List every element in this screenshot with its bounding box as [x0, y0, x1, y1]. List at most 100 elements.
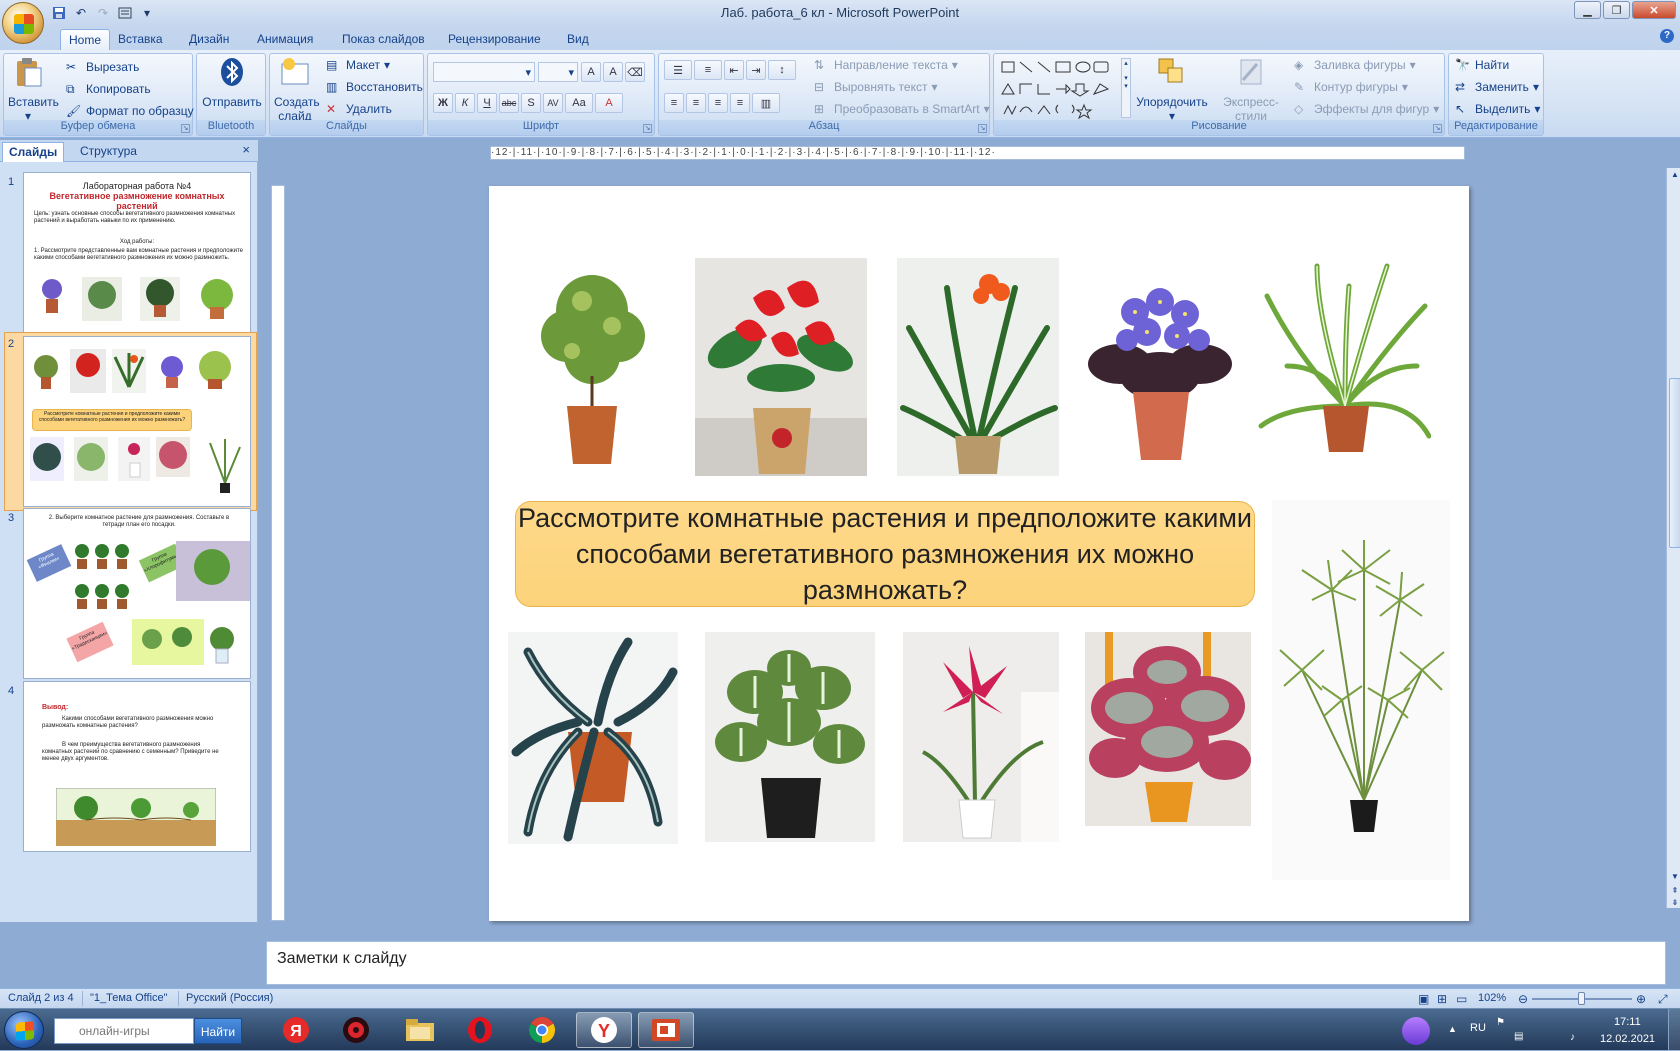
zoom-in-icon[interactable]: ⊕ — [1636, 992, 1646, 1006]
powerpoint-icon[interactable] — [638, 1012, 694, 1048]
fit-to-window-icon[interactable]: ⤢ — [1658, 992, 1668, 1007]
decrease-indent-icon[interactable]: ⇤ — [724, 60, 744, 80]
game-icon[interactable] — [328, 1012, 384, 1048]
copy-button[interactable]: ⧉ Копировать — [66, 82, 151, 96]
tray-expand-icon[interactable]: ▲ — [1448, 1024, 1457, 1034]
tab-home[interactable]: Home — [60, 29, 111, 50]
zoom-slider-knob[interactable] — [1578, 992, 1585, 1005]
taskbar-search-button[interactable]: Найти — [194, 1018, 242, 1044]
notes-pane[interactable]: Заметки к слайду — [266, 941, 1666, 985]
line-spacing-icon[interactable]: ↕ — [768, 60, 796, 80]
yandex-browser-icon[interactable]: Y — [576, 1012, 632, 1048]
tab-outline[interactable]: Структура — [74, 142, 143, 162]
slide-thumbnail-4[interactable]: Вывод: Какими способами вегетативного ра… — [23, 681, 251, 852]
tradescantia-image[interactable] — [508, 632, 678, 844]
begonia-image[interactable] — [1085, 632, 1251, 826]
flag-icon[interactable]: ⚑ — [1496, 1017, 1505, 1028]
clock-date[interactable]: 12.02.2021 — [1600, 1033, 1655, 1045]
shape-fill-button[interactable]: ◈ Заливка фигуры ▾ — [1294, 58, 1416, 72]
quick-styles-button[interactable]: Экспресс-стили — [1210, 56, 1292, 123]
arrange-button[interactable]: Упорядочить ▾ — [1136, 56, 1208, 123]
start-button[interactable] — [4, 1011, 44, 1049]
char-spacing-button[interactable]: AV — [543, 93, 563, 113]
shape-outline-button[interactable]: ✎ Контур фигуры ▾ — [1294, 80, 1408, 94]
close-panel-icon[interactable]: × — [242, 142, 250, 157]
shrink-font-button[interactable]: A — [603, 62, 623, 82]
next-slide-icon[interactable]: ⇟ — [1669, 898, 1680, 910]
new-slide-button[interactable]: Создать слайд — [274, 56, 320, 123]
taskbar-search-input[interactable]: онлайн-игры — [54, 1018, 194, 1044]
align-right-icon[interactable]: ≡ — [708, 93, 728, 113]
clipboard-launcher[interactable]: ↘ — [181, 124, 190, 133]
zoom-level[interactable]: 102% — [1478, 992, 1506, 1004]
network-icon[interactable]: ▤ — [1514, 1031, 1523, 1042]
normal-view-icon[interactable]: ▣ — [1418, 992, 1429, 1006]
chlorophytum-image[interactable] — [1257, 256, 1431, 456]
show-desktop-button[interactable] — [1668, 1009, 1680, 1051]
slide-thumbnail-1[interactable]: Лабораторная работа №4 Вегетативное разм… — [23, 172, 251, 343]
bold-button[interactable]: Ж — [433, 93, 453, 113]
tab-animation[interactable]: Анимация — [249, 29, 321, 50]
replace-button[interactable]: ⇄ Заменить ▾ — [1455, 80, 1539, 94]
slide-thumbnail-3[interactable]: 2. Выберите комнатное растение для размн… — [23, 508, 251, 679]
slide-thumbnail-2[interactable]: Рассмотрите комнатные растения и предпол… — [23, 336, 251, 507]
syngonium-image[interactable] — [705, 632, 875, 842]
yandex-icon[interactable]: Я — [268, 1012, 324, 1048]
help-icon[interactable]: ? — [1660, 29, 1674, 43]
clock-time[interactable]: 17:11 — [1614, 1016, 1641, 1028]
close-button[interactable]: ✕ — [1632, 1, 1676, 19]
slideshow-view-icon[interactable]: ▭ — [1456, 992, 1467, 1006]
office-button[interactable] — [2, 2, 44, 44]
shape-effects-button[interactable]: ◇ Эффекты для фигур ▾ — [1294, 102, 1439, 116]
shadow-button[interactable]: S — [521, 93, 541, 113]
prev-slide-icon[interactable]: ⇞ — [1669, 886, 1680, 898]
font-family-combo[interactable]: ▾ — [433, 62, 535, 82]
cut-button[interactable]: ✂ Вырезать — [66, 60, 139, 74]
columns-icon[interactable]: ▥ — [752, 93, 780, 113]
amaryllis-image[interactable] — [903, 632, 1059, 842]
language-indicator[interactable]: Русский (Россия) — [186, 992, 273, 1004]
bullets-icon[interactable]: ☰ — [664, 60, 692, 80]
format-painter-button[interactable]: 🖌 Формат по образцу — [66, 104, 194, 118]
opera-icon[interactable] — [452, 1012, 508, 1048]
increase-indent-icon[interactable]: ⇥ — [746, 60, 766, 80]
speaker-icon[interactable]: ♪ — [1570, 1032, 1575, 1043]
delete-slide-button[interactable]: ✕ Удалить — [326, 102, 392, 116]
text-direction-button[interactable]: ⇅ Направление текста ▾ — [814, 58, 958, 72]
vertical-scrollbar[interactable]: ▲ ▼ ⇞ ⇟ — [1666, 168, 1680, 908]
slide-canvas[interactable]: Рассмотрите комнатные растения и предпол… — [489, 186, 1469, 921]
scroll-up-icon[interactable]: ▲ — [1669, 170, 1680, 182]
send-bluetooth-button[interactable]: Отправить — [201, 56, 263, 109]
slide-sorter-icon[interactable]: ⊞ — [1437, 992, 1447, 1006]
smartart-button[interactable]: ⊞ Преобразовать в SmartArt ▾ — [814, 102, 990, 116]
tab-design[interactable]: Дизайн — [181, 29, 237, 50]
theme-name[interactable]: "1_Тема Office" — [90, 992, 168, 1004]
layout-button[interactable]: ▤ Макет ▾ — [326, 58, 390, 72]
align-left-icon[interactable]: ≡ — [664, 93, 684, 113]
violet-image[interactable] — [1085, 264, 1235, 464]
reset-button[interactable]: ▥ Восстановить — [326, 80, 423, 94]
tab-slideshow[interactable]: Показ слайдов — [334, 29, 433, 50]
font-launcher[interactable]: ↘ — [643, 124, 652, 133]
ficus-image[interactable] — [527, 256, 657, 466]
italic-button[interactable]: К — [455, 93, 475, 113]
tab-view[interactable]: Вид — [559, 29, 597, 50]
change-case-button[interactable]: Aa — [565, 93, 593, 113]
question-callout[interactable]: Рассмотрите комнатные растения и предпол… — [515, 501, 1255, 607]
shapes-gallery[interactable] — [1000, 59, 1120, 121]
align-center-icon[interactable]: ≡ — [686, 93, 706, 113]
justify-icon[interactable]: ≡ — [730, 93, 750, 113]
strikethrough-button[interactable]: abc — [499, 93, 519, 113]
alice-icon[interactable] — [1402, 1017, 1430, 1045]
cyperus-image[interactable] — [1272, 500, 1450, 880]
paragraph-launcher[interactable]: ↘ — [978, 124, 987, 133]
tab-slides[interactable]: Слайды — [2, 142, 65, 162]
align-text-button[interactable]: ⊟ Выровнять текст ▾ — [814, 80, 938, 94]
zoom-out-icon[interactable]: ⊖ — [1518, 992, 1528, 1006]
scroll-down-icon[interactable]: ▼ — [1669, 872, 1680, 884]
input-language[interactable]: RU — [1470, 1022, 1486, 1034]
chrome-icon[interactable] — [514, 1012, 570, 1048]
numbering-icon[interactable]: ≡ — [694, 60, 722, 80]
select-button[interactable]: ↖ Выделить ▾ — [1455, 102, 1540, 116]
clivia-image[interactable] — [897, 258, 1059, 476]
